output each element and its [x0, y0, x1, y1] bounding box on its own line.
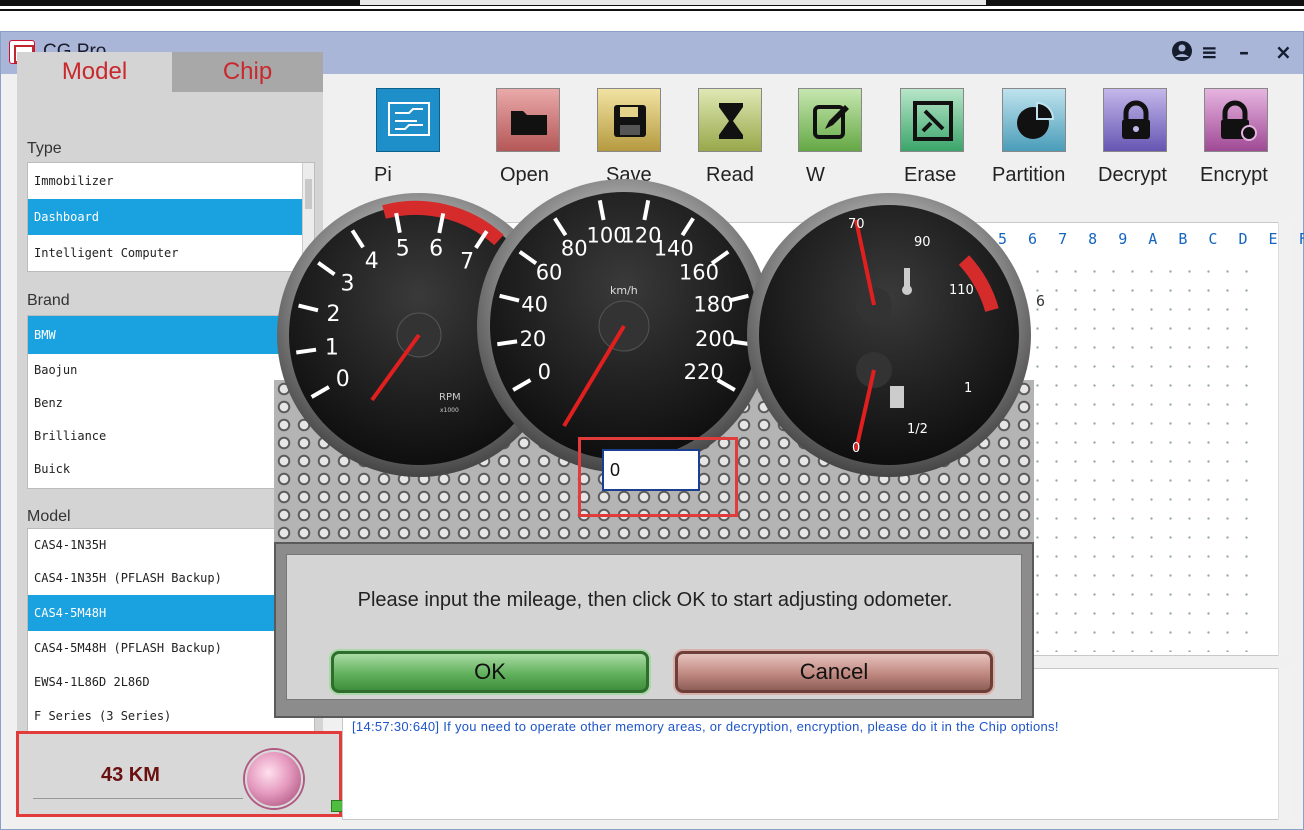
gauge-tick-label: 5: [396, 237, 410, 262]
speed-unit: km/h: [610, 284, 638, 297]
temp-tick-70: 70: [848, 217, 865, 232]
hex-scrollbar[interactable]: [1278, 222, 1292, 656]
partition-tool-button[interactable]: [1002, 88, 1066, 152]
dialog-box: Please input the mileage, then click OK …: [274, 542, 1034, 718]
gauge-tick-label: 220: [684, 360, 724, 384]
list-item-model[interactable]: CAS4-5M48H (PFLASH Backup): [28, 631, 314, 665]
close-icon[interactable]: ×: [1275, 40, 1292, 64]
divider: [33, 798, 243, 799]
list-item-baojun[interactable]: Baojun: [28, 354, 314, 387]
read-tool-button[interactable]: [698, 88, 762, 152]
gauge-tick-label: 60: [536, 261, 563, 285]
save-tool-button[interactable]: [597, 88, 661, 152]
minimize-icon[interactable]: –: [1239, 40, 1249, 64]
top-strip: [360, 0, 986, 5]
hex-row-value: 6: [1036, 292, 1046, 310]
gauge-tick-label: 200: [695, 327, 735, 351]
log-scrollbar[interactable]: [1278, 668, 1292, 820]
menu-icon[interactable]: ≡: [1201, 40, 1218, 64]
gauge-tick-label: 20: [520, 327, 547, 351]
tab-chip[interactable]: Chip: [172, 52, 323, 92]
tab-model[interactable]: Model: [17, 52, 172, 92]
gauge-tick-label: 0: [336, 367, 350, 392]
list-item-model[interactable]: F Series (3 Series): [28, 699, 314, 731]
open-tool-button[interactable]: [496, 88, 560, 152]
type-label: Type: [27, 140, 62, 157]
list-item-model[interactable]: EWS4-1L86D 2L86D: [28, 665, 314, 699]
brand-list: BMW Baojun Benz Brilliance Buick: [27, 315, 315, 489]
temp-tick-90: 90: [914, 235, 931, 250]
odometer-panel: 43 KM: [16, 731, 343, 817]
temp-tick-110: 110: [949, 283, 974, 298]
rpm-unit: RPM: [439, 392, 461, 403]
model-label: Model: [27, 508, 71, 525]
ok-button[interactable]: OK: [331, 651, 649, 693]
gauge-tick-label: 0: [538, 360, 551, 384]
list-item-immobilizer[interactable]: Immobilizer: [28, 163, 314, 199]
list-item-dashboard[interactable]: Dashboard: [28, 199, 314, 235]
fuel-pump-icon: [890, 386, 904, 408]
gauge-tick: [295, 347, 317, 355]
fuel-tick-0: 0: [852, 441, 860, 456]
gauge-tick-label: 160: [679, 261, 719, 285]
fuel-tick-full: 1: [964, 381, 972, 396]
odometer-knob[interactable]: [245, 750, 303, 808]
gauge-tick-label: 7: [460, 249, 474, 274]
log-line: [14:57:30:640] If you need to operate ot…: [352, 719, 1059, 734]
decrypt-tool-button[interactable]: [1103, 88, 1167, 152]
top-border-thin: [0, 9, 1304, 11]
list-item-bmw[interactable]: BMW: [28, 316, 314, 354]
erase-tool-button[interactable]: [900, 88, 964, 152]
encrypt-tool-button[interactable]: [1204, 88, 1268, 152]
write-tool-button[interactable]: [798, 88, 862, 152]
rpm-unit-sub: x1000: [440, 407, 459, 414]
list-item-model-selected[interactable]: CAS4-5M48H: [28, 595, 314, 631]
list-item-intelligent-computer[interactable]: Intelligent Computer: [28, 235, 314, 271]
gauge-tick-label: 40: [521, 292, 548, 316]
gauge-tick-label: 6: [429, 237, 443, 262]
list-item-brilliance[interactable]: Brilliance: [28, 420, 314, 453]
hex-column-header: 5 6 7 8 9 A B C D E F: [998, 230, 1304, 248]
gauge-tick-label: 80: [561, 237, 588, 261]
list-item-buick[interactable]: Buick: [28, 453, 314, 486]
brand-label: Brand: [27, 292, 70, 309]
fuel-tick-half: 1/2: [907, 422, 928, 437]
temp-fuel-gauge: 70 90 110 0 1/2 1: [747, 193, 1031, 477]
model-list: CAS4-1N35H CAS4-1N35H (PFLASH Backup) CA…: [27, 528, 315, 732]
gauge-tick-label: 4: [365, 249, 379, 274]
list-item-model[interactable]: CAS4-1N35H: [28, 529, 314, 561]
dialog-content: Please input the mileage, then click OK …: [286, 554, 1022, 700]
mileage-input[interactable]: [602, 449, 700, 491]
gauge-tick-label: 3: [340, 272, 354, 297]
speedometer-gauge: 020406080100120140160180200220 km/h: [477, 179, 771, 473]
hex-data-grid: [1028, 262, 1258, 652]
list-item-model[interactable]: CAS4-1N35H (PFLASH Backup): [28, 561, 314, 595]
gauge-tick: [497, 339, 518, 347]
tool-label-encrypt: Encrypt: [1200, 164, 1268, 186]
odometer-reading: 43 KM: [101, 764, 160, 786]
dialog-message: Please input the mileage, then click OK …: [357, 589, 953, 611]
gauge-tick-label: 2: [327, 302, 341, 327]
list-item-benz[interactable]: Benz: [28, 387, 314, 420]
gauge-tick-label: 1: [325, 335, 339, 360]
circuit-tool-button[interactable]: [376, 88, 440, 152]
user-icon[interactable]: [1171, 40, 1193, 67]
cancel-button[interactable]: Cancel: [675, 651, 993, 693]
gauge-tick-label: 140: [654, 237, 694, 261]
type-list: Immobilizer Dashboard Intelligent Comput…: [27, 162, 315, 272]
gauge-tick-label: 180: [693, 292, 733, 316]
tool-label-decrypt: Decrypt: [1098, 164, 1167, 186]
